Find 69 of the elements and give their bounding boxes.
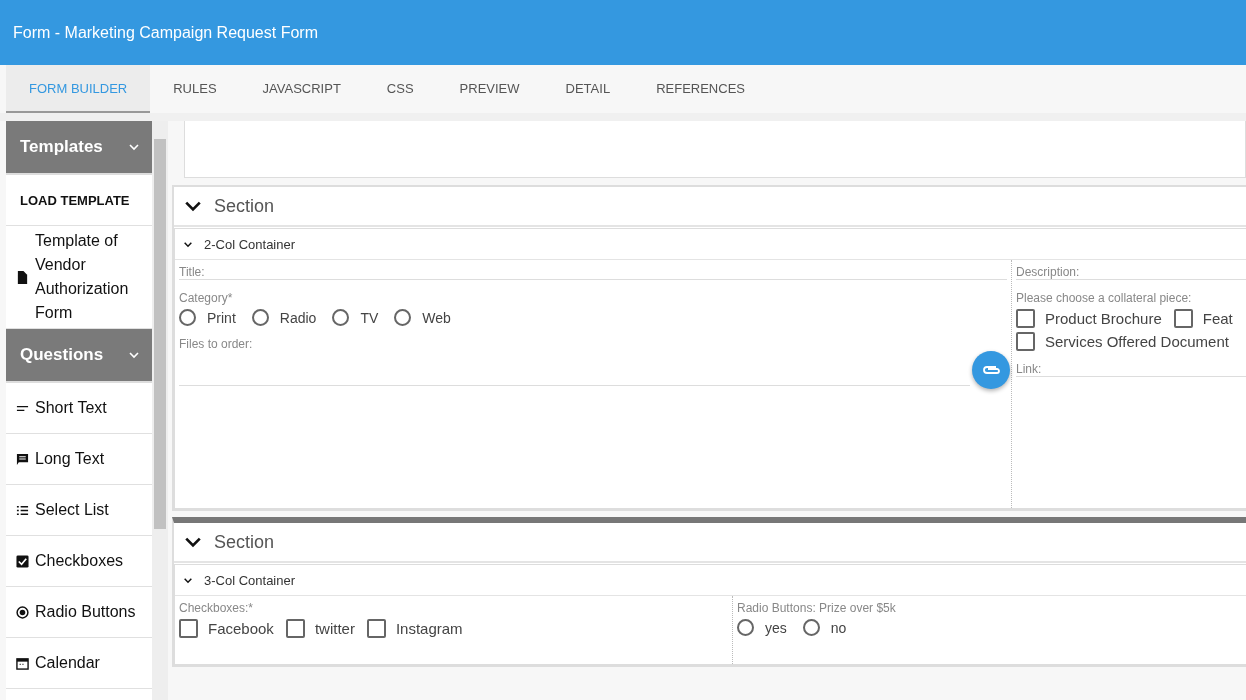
chevron-icon[interactable] [184, 200, 202, 212]
calendar-icon [16, 656, 29, 670]
checkbox-option[interactable]: Facebook [179, 619, 274, 638]
radio-button[interactable] [179, 309, 196, 326]
radio-option[interactable]: TV [332, 309, 379, 326]
document-icon [16, 270, 29, 284]
checkbox[interactable] [1173, 309, 1193, 328]
radio-option[interactable]: Radio [251, 309, 317, 326]
field-label: Files to order: [179, 337, 254, 351]
item-label: Select List [35, 501, 109, 519]
container-title: 2-Col Container [204, 236, 296, 252]
checkbox-option[interactable]: Services Offered Document [1016, 332, 1229, 351]
section-title: Section [214, 531, 275, 553]
section-title: Section [214, 195, 275, 217]
field-label: Radio Buttons: Prize over $5k [737, 601, 897, 615]
checkbox[interactable] [179, 619, 198, 638]
checkbox[interactable] [1016, 332, 1035, 351]
tab[interactable]: PREVIEW [436, 65, 543, 113]
radio-icon [16, 605, 29, 619]
checkbox-option[interactable]: twitter [285, 619, 355, 638]
radio-button[interactable] [394, 309, 412, 326]
radio-option[interactable]: no [802, 619, 847, 636]
checkbox[interactable] [1016, 309, 1035, 328]
group-header[interactable]: Questions [6, 329, 152, 383]
group-header[interactable]: Templates [6, 121, 152, 175]
item-label: Checkboxes [35, 552, 124, 570]
scrollbar[interactable] [152, 121, 168, 700]
field-label: Category* [179, 291, 234, 305]
tab[interactable]: JAVASCRIPT [239, 65, 364, 113]
radio-button[interactable] [802, 619, 820, 636]
attach-button[interactable] [972, 351, 1010, 389]
paperclip-icon [981, 364, 1001, 376]
radio-option[interactable]: Print [179, 309, 236, 326]
field-label: Please choose a collateral piece: [1016, 291, 1193, 305]
checkbox-option[interactable]: Instagram [366, 619, 463, 638]
item-label: Radio Buttons [35, 603, 136, 621]
chevron-icon[interactable] [183, 576, 193, 584]
chevron-icon [128, 143, 140, 151]
radio-button[interactable] [737, 619, 754, 636]
scrollbar-thumb[interactable] [154, 139, 166, 529]
checkbox-option[interactable]: Feat [1173, 309, 1233, 328]
field-label: Link: [1016, 362, 1043, 376]
tab[interactable]: CSS [363, 65, 437, 113]
tab[interactable]: RULES [150, 65, 240, 113]
chevron-icon[interactable] [184, 536, 202, 548]
radio-option[interactable]: yes [737, 619, 787, 636]
chevron-icon [128, 351, 140, 359]
radio-button[interactable] [332, 309, 350, 326]
item-label: Template of Vendor Authorization Form [35, 231, 130, 323]
item-label: Calendar [35, 654, 100, 672]
list-icon [16, 503, 29, 517]
checkbox-icon [16, 554, 29, 568]
container-title: 3-Col Container [204, 572, 296, 588]
checkbox[interactable] [285, 619, 305, 638]
comment-icon [16, 452, 29, 466]
checkbox-option[interactable]: Product Brochure [1016, 309, 1162, 328]
field-label: Title: [179, 265, 206, 279]
field-label: Description: [1016, 265, 1081, 279]
chevron-icon[interactable] [183, 240, 193, 248]
radio-option[interactable]: Web [394, 309, 451, 326]
tab[interactable]: DETAIL [542, 65, 634, 113]
checkbox[interactable] [366, 619, 386, 638]
item-label: Long Text [35, 450, 105, 468]
window-title: Form - Marketing Campaign Request Form [13, 23, 318, 42]
radio-button[interactable] [251, 309, 269, 326]
field-label: Checkboxes:* [179, 601, 255, 615]
item-label: LOAD TEMPLATE [20, 192, 130, 208]
item-label: Short Text [35, 399, 107, 417]
tab[interactable]: REFERENCES [633, 65, 768, 113]
